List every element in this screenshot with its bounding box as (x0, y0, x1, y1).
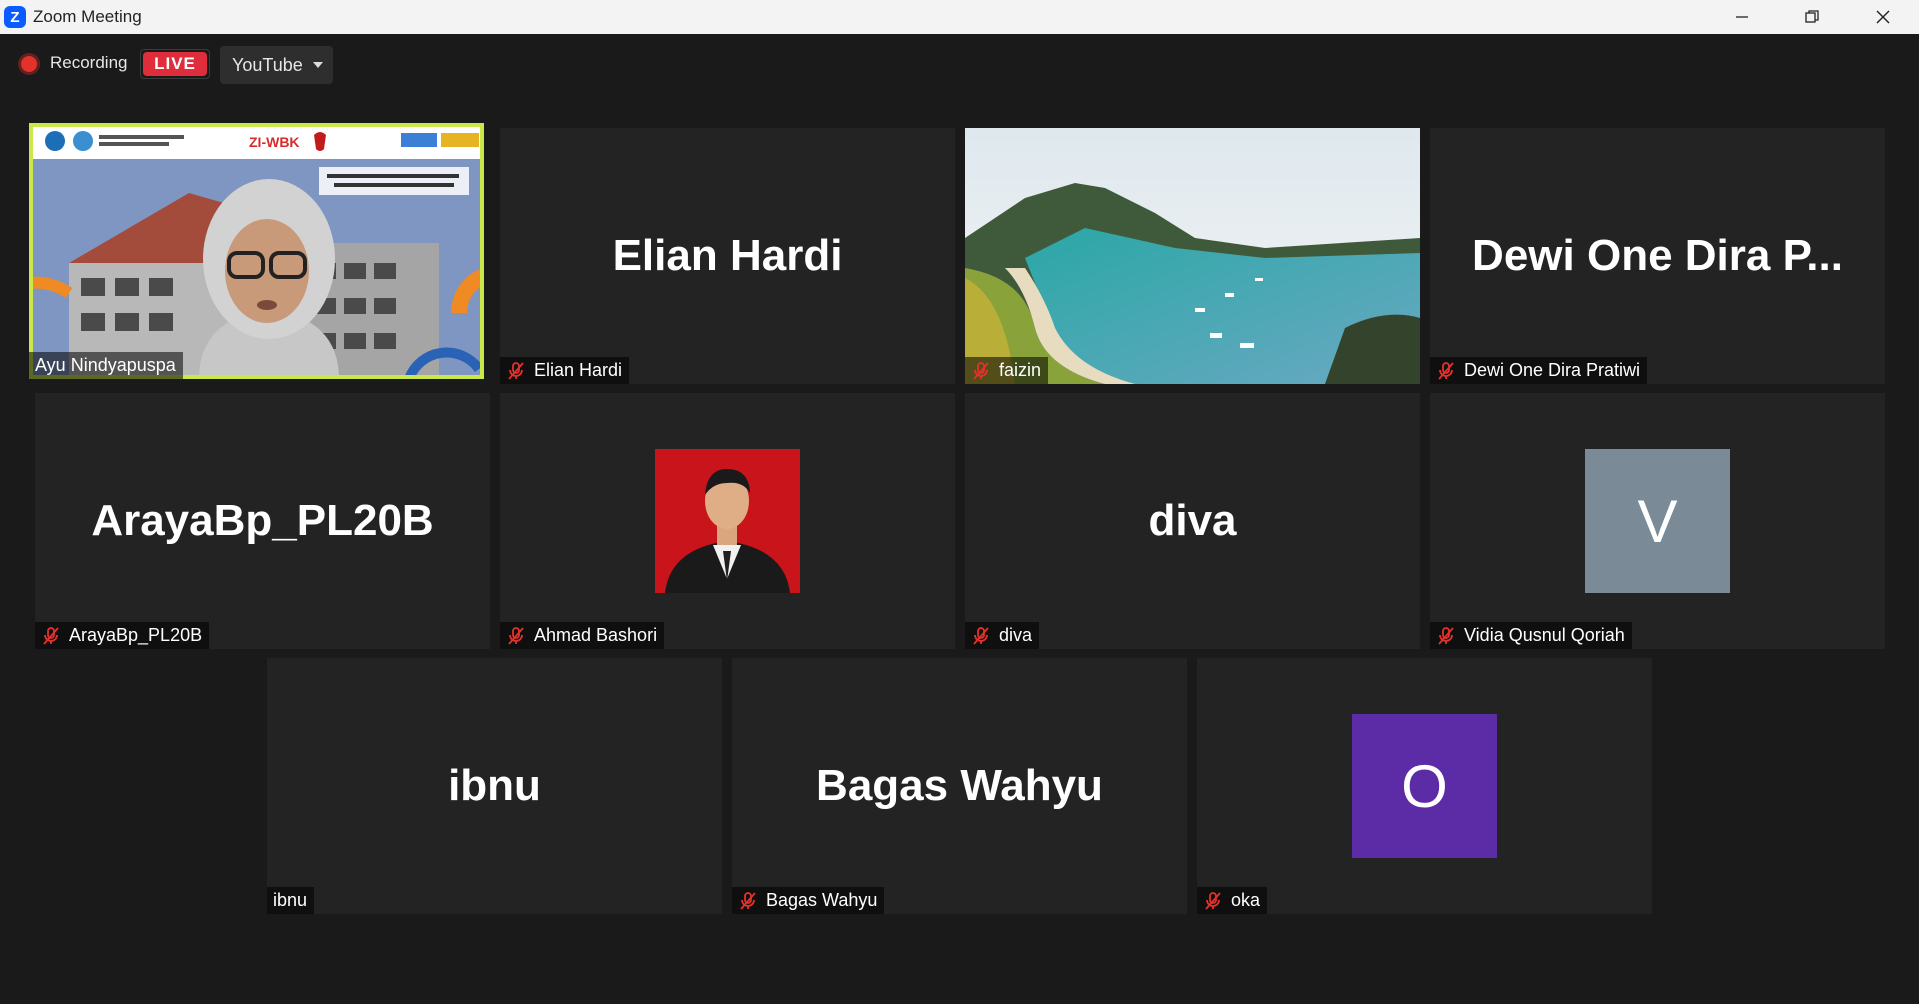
participant-name: Vidia Qusnul Qoriah (1464, 625, 1625, 645)
participant-name: oka (1231, 890, 1261, 910)
participant-display-name: ArayaBp_PL20B (91, 496, 434, 545)
participant-name-tag: Vidia Qusnul Qoriah (1430, 622, 1632, 649)
video-tile-faizin[interactable]: faizin (965, 128, 1420, 384)
participant-display-name: ibnu (448, 761, 541, 810)
window-title: Zoom Meeting (33, 7, 142, 26)
video-tile-diva[interactable]: diva diva (965, 393, 1420, 649)
participant-name: Elian Hardi (534, 360, 623, 380)
video-tile-oka[interactable]: O oka (1197, 658, 1652, 914)
dropdown-caret-icon (312, 62, 323, 68)
participant-name: diva (999, 625, 1033, 645)
muted-mic-icon (508, 361, 524, 380)
video-tile-dewi-one-dira-pratiwi[interactable]: Dewi One Dira P... Dewi One Dira Pratiwi (1430, 128, 1885, 384)
participant-name-tag: oka (1197, 887, 1268, 914)
participant-display-name: Dewi One Dira P... (1472, 231, 1843, 280)
avatar: O (1352, 714, 1497, 858)
restore-icon[interactable] (1777, 0, 1847, 34)
participant-name-tag: Ayu Nindyapuspa (29, 352, 183, 379)
video-tile-bagas-wahyu[interactable]: Bagas Wahyu Bagas Wahyu (732, 658, 1187, 914)
participant-name: faizin (999, 360, 1042, 380)
stream-target-dropdown[interactable]: YouTube (220, 46, 333, 84)
muted-mic-icon (1205, 891, 1221, 910)
participant-name-tag: Bagas Wahyu (732, 887, 885, 914)
video-tile-ayu-nindyapuspa[interactable]: ZI-WBK Ayu Nindyapuspa (29, 123, 484, 379)
recording-label[interactable]: Recording (50, 53, 128, 73)
participant-name: Ahmad Bashori (534, 625, 658, 645)
recording-dot-icon (21, 56, 37, 72)
muted-mic-icon (1438, 361, 1454, 380)
profile-photo (655, 449, 800, 593)
live-label: LIVE (143, 52, 207, 76)
muted-mic-icon (1438, 626, 1454, 645)
zoom-logo-icon: Z (4, 6, 26, 28)
participant-name-tag: diva (965, 622, 1040, 649)
video-tile-ibnu[interactable]: ibnu ibnu (267, 658, 722, 914)
participant-name-tag: ArayaBp_PL20B (35, 622, 210, 649)
participant-name-tag: Ahmad Bashori (500, 622, 665, 649)
avatar: V (1585, 449, 1730, 593)
svg-text:ZI-WBK: ZI-WBK (249, 134, 300, 150)
participant-name: Ayu Nindyapuspa (35, 355, 176, 375)
meeting-status-bar: Recording LIVE YouTube (0, 34, 1919, 94)
participant-name-tag: Dewi One Dira Pratiwi (1430, 357, 1648, 384)
participant-video: ZI-WBK (29, 123, 484, 379)
window-titlebar: Z Zoom Meeting (0, 0, 1919, 34)
participant-name-tag: Elian Hardi (500, 357, 630, 384)
participant-display-name: diva (1148, 496, 1237, 545)
participant-name-tag: ibnu (267, 887, 315, 914)
live-badge[interactable]: LIVE (140, 49, 210, 79)
participant-name: Dewi One Dira Pratiwi (1464, 360, 1641, 380)
participant-display-name: Bagas Wahyu (816, 761, 1103, 810)
video-tile-vidia-qusnul-qoriah[interactable]: V Vidia Qusnul Qoriah (1430, 393, 1885, 649)
minimize-icon[interactable] (1707, 0, 1777, 34)
muted-mic-icon (740, 891, 756, 910)
participant-name: ibnu (273, 890, 308, 910)
muted-mic-icon (43, 626, 59, 645)
muted-mic-icon (973, 361, 989, 380)
video-tile-ahmad-bashori[interactable]: Ahmad Bashori (500, 393, 955, 649)
stream-target-label: YouTube (232, 54, 303, 75)
participant-name: Bagas Wahyu (766, 890, 878, 910)
participant-video (965, 128, 1420, 384)
video-tile-arayabp-pl20b[interactable]: ArayaBp_PL20B ArayaBp_PL20B (35, 393, 490, 649)
muted-mic-icon (973, 626, 989, 645)
participant-display-name: Elian Hardi (612, 231, 843, 280)
close-icon[interactable] (1848, 0, 1918, 34)
video-tile-elian-hardi[interactable]: Elian Hardi Elian Hardi (500, 128, 955, 384)
muted-mic-icon (508, 626, 524, 645)
participant-name-tag: faizin (965, 357, 1049, 384)
participant-name: ArayaBp_PL20B (69, 625, 203, 645)
